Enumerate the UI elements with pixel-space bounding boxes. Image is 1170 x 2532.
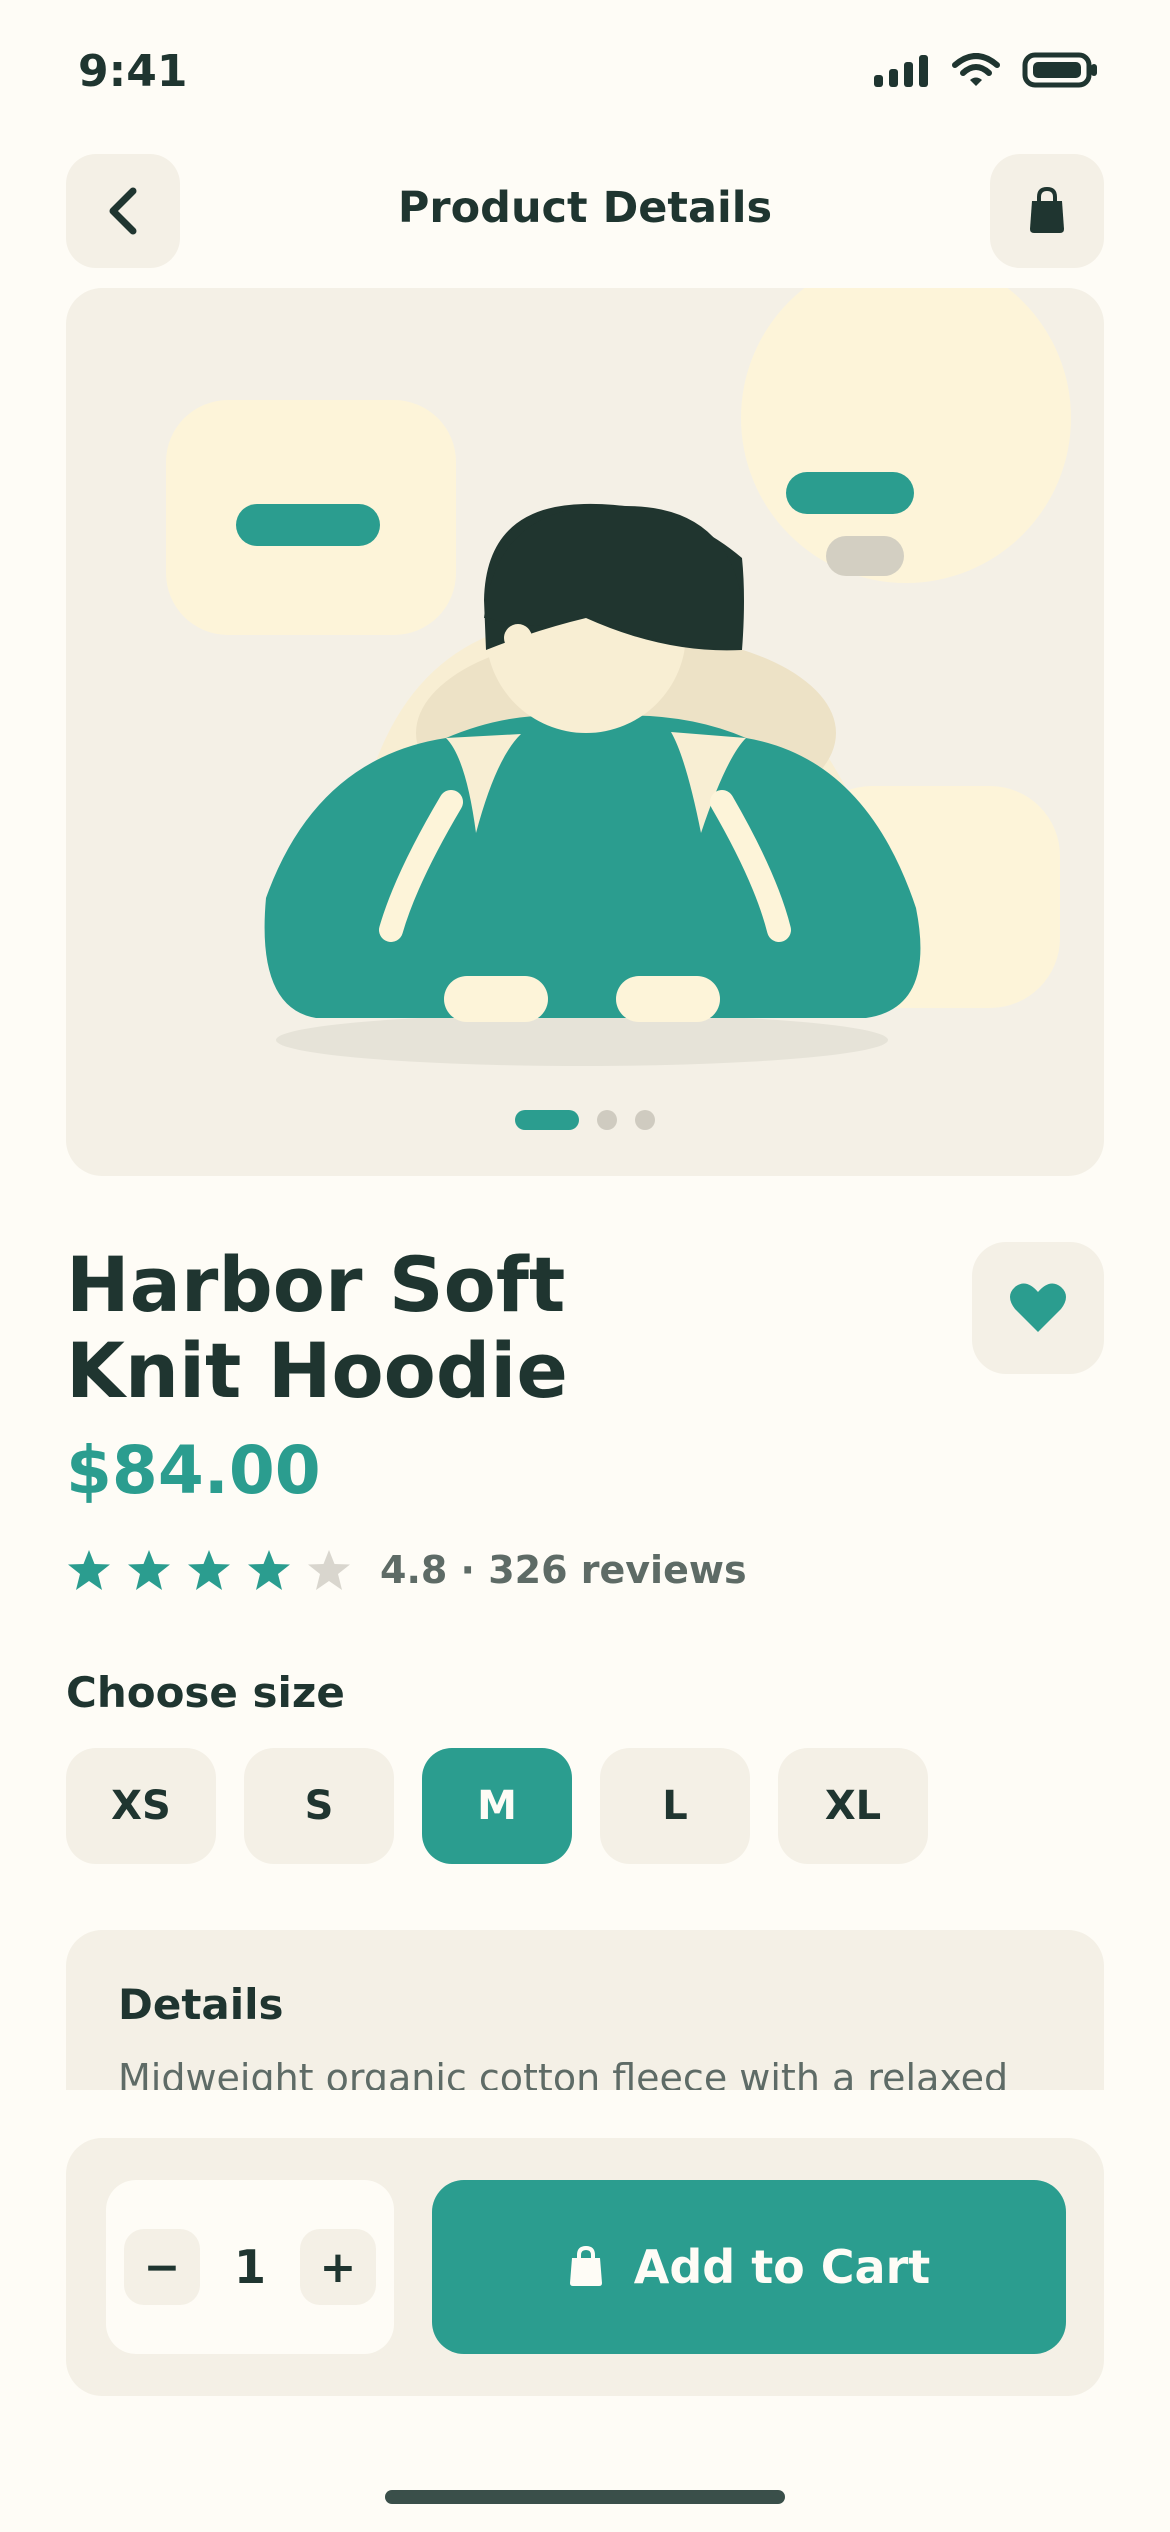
star-filled-icon	[128, 1550, 170, 1590]
size-selector: XS S M L XL	[66, 1748, 928, 1864]
star-empty-icon	[308, 1550, 350, 1590]
size-option-m[interactable]: M	[422, 1748, 572, 1864]
quantity-stepper: − 1 +	[106, 2180, 394, 2354]
pagination-dot[interactable]	[635, 1110, 655, 1130]
battery-icon	[1022, 52, 1097, 88]
increase-quantity-button[interactable]: +	[299, 2229, 376, 2305]
home-indicator[interactable]	[385, 2490, 785, 2504]
add-to-cart-button[interactable]: Add to Cart	[432, 2180, 1066, 2354]
cart-button[interactable]	[990, 154, 1104, 268]
signal-icon	[874, 55, 928, 87]
product-price: $84.00	[66, 1432, 321, 1509]
size-label: Choose size	[66, 1668, 345, 1717]
wifi-icon	[952, 53, 1000, 86]
quantity-value: 1	[233, 2240, 266, 2294]
product-name: Harbor Soft Knit Hoodie	[66, 1240, 568, 1415]
status-time: 9:41	[78, 46, 188, 97]
cart-bar: − 1 + Add to Cart	[66, 2138, 1104, 2396]
size-option-s[interactable]: S	[244, 1748, 394, 1864]
add-to-cart-label: Add to Cart	[633, 2240, 931, 2294]
gallery-pagination	[0, 1110, 1170, 1130]
star-filled-icon	[188, 1550, 230, 1590]
pagination-dot-active[interactable]	[515, 1110, 579, 1130]
shopping-bag-icon	[1030, 187, 1064, 233]
size-option-xl[interactable]: XL	[778, 1748, 928, 1864]
product-image[interactable]	[66, 288, 1104, 1176]
star-filled-icon	[248, 1550, 290, 1590]
shopping-bag-icon	[569, 2246, 602, 2286]
pagination-dot[interactable]	[597, 1110, 617, 1130]
rating-row: 4.8 · 326 reviews	[66, 1548, 747, 1592]
status-icons	[874, 52, 1098, 88]
details-title: Details	[118, 1980, 284, 2029]
decrease-quantity-button[interactable]: −	[124, 2229, 200, 2305]
rating-text[interactable]: 4.8 · 326 reviews	[380, 1548, 747, 1592]
details-text: Midweight organic cotton fleece with a r…	[118, 2056, 1009, 2090]
favorite-button[interactable]	[972, 1242, 1104, 1374]
details-card: Details Midweight organic cotton fleece …	[66, 1930, 1104, 2090]
rating-stars	[66, 1548, 352, 1592]
star-filled-icon	[68, 1550, 110, 1590]
product-illustration	[166, 288, 1071, 1066]
size-option-xs[interactable]: XS	[66, 1748, 216, 1864]
size-option-l[interactable]: L	[600, 1748, 750, 1864]
heart-icon	[1010, 1283, 1066, 1332]
